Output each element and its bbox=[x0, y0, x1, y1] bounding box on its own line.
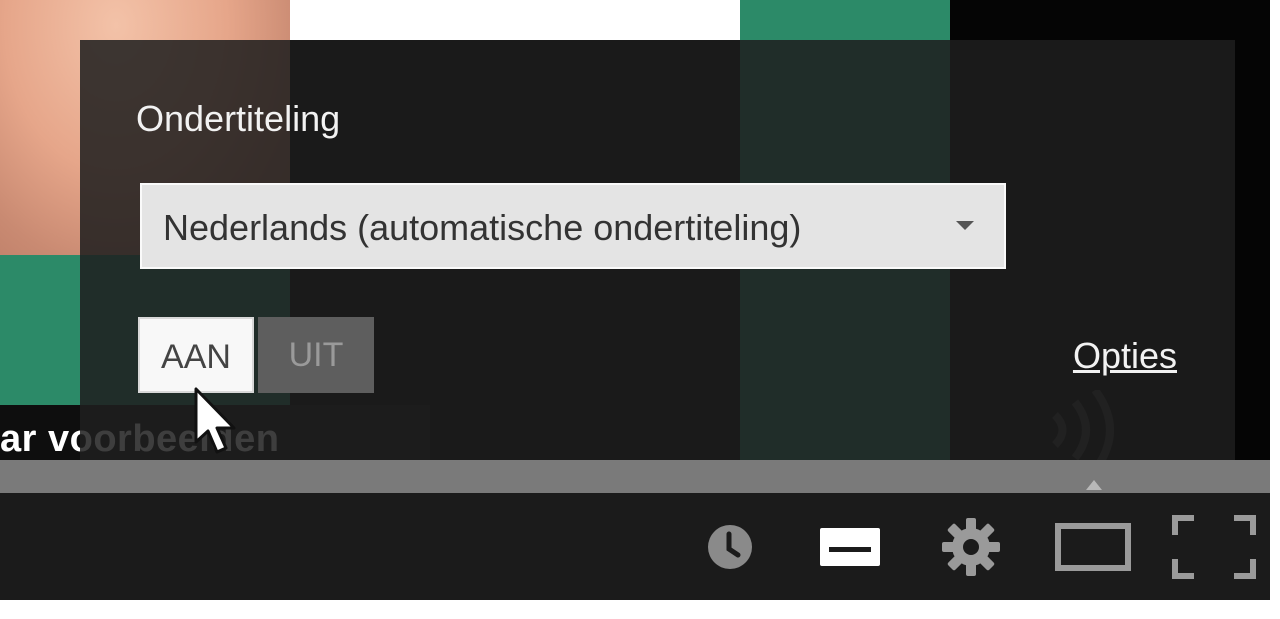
settings-button[interactable] bbox=[936, 493, 1006, 600]
progress-bar[interactable] bbox=[0, 460, 1270, 493]
progress-marker-icon bbox=[1086, 480, 1102, 490]
watch-later-icon bbox=[708, 524, 752, 569]
captions-options-link[interactable]: Opties bbox=[1073, 335, 1177, 377]
captions-on-button[interactable]: AAN bbox=[138, 317, 254, 393]
captions-menu: Ondertiteling Nederlands (automatische o… bbox=[80, 40, 1235, 460]
video-frame-white-area bbox=[290, 0, 740, 40]
fullscreen-icon bbox=[1172, 514, 1256, 579]
video-player[interactable]: ar voorbeelden Ondertiteling Nederlands … bbox=[0, 0, 1270, 460]
theater-mode-button[interactable] bbox=[1050, 493, 1136, 600]
captions-off-button[interactable]: UIT bbox=[258, 317, 374, 393]
fullscreen-button[interactable] bbox=[1168, 493, 1260, 600]
caption-language-select[interactable]: Nederlands (automatische ondertiteling) bbox=[140, 183, 1006, 269]
mouse-pointer-icon bbox=[194, 387, 236, 454]
window-edge bbox=[1270, 0, 1280, 600]
watch-later-button[interactable] bbox=[700, 493, 760, 600]
captions-toggle: AAN UIT bbox=[138, 317, 374, 393]
captions-button[interactable] bbox=[812, 493, 888, 600]
theater-mode-icon bbox=[1055, 522, 1131, 571]
chevron-down-icon bbox=[956, 221, 974, 230]
captions-menu-title: Ondertiteling bbox=[136, 98, 341, 139]
page-background bbox=[0, 600, 1280, 619]
settings-icon bbox=[942, 517, 1000, 576]
captions-icon bbox=[820, 527, 880, 566]
caption-language-value: Nederlands (automatische ondertiteling) bbox=[163, 207, 802, 248]
player-control-bar bbox=[0, 493, 1270, 600]
